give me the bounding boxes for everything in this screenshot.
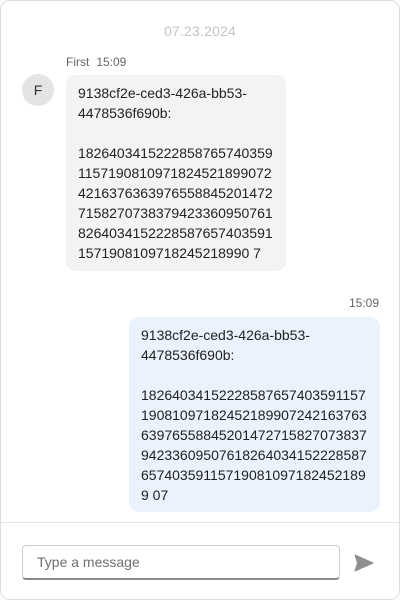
outgoing-message-bubble[interactable]: 9138cf2e-ced3-426a-bb53- 4478536f690b: 1… — [129, 317, 380, 512]
incoming-message-meta: First 15:09 — [66, 55, 126, 69]
message-time: 15:09 — [96, 55, 127, 69]
message-list[interactable]: 07.23.2024 First 15:09 F 9138cf2e-ced3-42… — [1, 1, 399, 522]
send-icon — [354, 554, 374, 572]
date-separator: 07.23.2024 — [163, 23, 237, 39]
avatar[interactable]: F — [22, 74, 54, 106]
message-input[interactable] — [22, 545, 340, 580]
sender-name: First — [66, 55, 90, 69]
chat-window: 07.23.2024 First 15:09 F 9138cf2e-ced3-42… — [0, 0, 400, 600]
message-composer — [1, 522, 399, 599]
send-button[interactable] — [351, 551, 377, 575]
incoming-message-bubble[interactable]: 9138cf2e-ced3-426a-bb53- 4478536f690b: 1… — [66, 75, 286, 271]
outgoing-message-time: 15:09 — [348, 296, 379, 310]
